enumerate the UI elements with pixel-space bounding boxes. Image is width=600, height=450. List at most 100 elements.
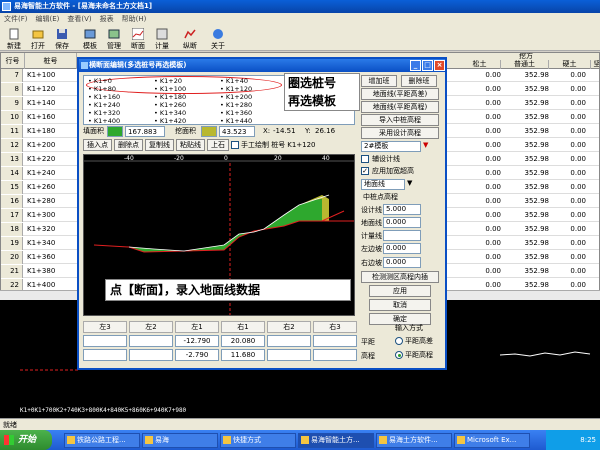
cut-normal-cell[interactable]: 352.98 (509, 223, 550, 236)
menu-file[interactable]: 文件(F) (4, 13, 28, 25)
cut-loose-cell[interactable]: 0.00 (471, 83, 501, 96)
cut-hard-cell[interactable]: 0.00 (556, 125, 586, 138)
ground-select[interactable]: 地面线 (361, 179, 405, 190)
stake-cell[interactable]: K1+340 (25, 237, 75, 250)
stake-item[interactable]: • K1+320 (88, 109, 120, 117)
manage-button[interactable]: 管理 (102, 25, 126, 51)
design-line-checkbox[interactable] (361, 155, 369, 163)
stake-cell[interactable]: K1+240 (25, 167, 75, 180)
stake-item[interactable]: • K1+120 (220, 85, 252, 93)
cut-loose-cell[interactable]: 0.00 (471, 69, 501, 82)
cut-loose-cell[interactable]: 0.00 (471, 139, 501, 152)
cut-hard-cell[interactable]: 0.00 (556, 83, 586, 96)
design-value-input[interactable]: 5.000 (383, 204, 421, 215)
offset-cell[interactable] (313, 335, 357, 347)
stake-item[interactable]: • K1+20 (154, 77, 182, 85)
ground-line-offset-button[interactable]: 地面线(平距高差) (361, 88, 439, 100)
cut-hard-cell[interactable]: 0.00 (556, 97, 586, 110)
cut-loose-cell[interactable]: 0.00 (471, 153, 501, 166)
offset-cell[interactable] (267, 335, 311, 347)
stake-cell[interactable]: K1+220 (25, 153, 75, 166)
cut-loose-cell[interactable]: 0.00 (471, 181, 501, 194)
task-item-4[interactable]: 易海智能土方... (298, 433, 374, 448)
measure-value-input[interactable] (383, 230, 421, 241)
cut-loose-cell[interactable]: 0.00 (471, 251, 501, 264)
apply-widen-checkbox[interactable]: ✓ (361, 167, 369, 175)
stake-item[interactable]: • K1+100 (154, 85, 186, 93)
cut-hard-cell[interactable]: 0.00 (556, 139, 586, 152)
cut-normal-cell[interactable]: 352.98 (509, 139, 550, 152)
cut-normal-cell[interactable]: 352.98 (509, 181, 550, 194)
maximize-button[interactable]: □ (422, 60, 433, 71)
elev-cell[interactable] (313, 349, 357, 361)
ground-line-elevation-button[interactable]: 地面线(平距高程) (361, 101, 439, 113)
stake-cell[interactable]: K1+140 (25, 97, 75, 110)
cut-hard-cell[interactable]: 0.00 (556, 69, 586, 82)
cut-hard-cell[interactable]: 0.00 (556, 167, 586, 180)
stake-cell[interactable]: K1+280 (25, 195, 75, 208)
about-button[interactable]: 关于 (206, 25, 230, 51)
measure-button[interactable]: 计量 (150, 25, 174, 51)
elev-cell[interactable]: -2.790 (175, 349, 219, 361)
mode-offset-diff-radio[interactable] (395, 337, 403, 345)
stake-item[interactable]: • K1+40 (220, 77, 248, 85)
cancel-button[interactable]: 取消 (369, 299, 431, 311)
use-design-elev-button[interactable]: 采用设计高程 (361, 127, 439, 139)
chevron-down-icon[interactable]: ▼ (407, 179, 412, 187)
cut-normal-cell[interactable]: 352.98 (509, 111, 550, 124)
stake-item[interactable]: • K1+240 (88, 101, 120, 109)
copy-line-button[interactable]: 复制线 (145, 139, 174, 151)
cut-hard-cell[interactable]: 0.00 (556, 181, 586, 194)
import-center-elev-button[interactable]: 导入中桩高程 (361, 114, 439, 126)
stake-cell[interactable]: K1+160 (25, 111, 75, 124)
minimize-button[interactable]: _ (410, 60, 421, 71)
stake-item[interactable]: • K1+280 (220, 101, 252, 109)
cross-section-button[interactable]: 断面 (126, 25, 150, 51)
cut-loose-cell[interactable]: 0.00 (471, 237, 501, 250)
elev-cell[interactable] (267, 349, 311, 361)
task-item-2[interactable]: 易海 (142, 433, 218, 448)
cut-normal-cell[interactable]: 352.98 (509, 237, 550, 250)
stake-item[interactable]: • K1+340 (154, 109, 186, 117)
stake-cell[interactable]: K1+300 (25, 209, 75, 222)
cut-normal-cell[interactable]: 352.98 (509, 97, 550, 110)
cut-normal-cell[interactable]: 352.98 (509, 167, 550, 180)
new-button[interactable]: 新建 (2, 25, 26, 51)
save-button[interactable]: 保存 (50, 25, 74, 51)
cut-normal-cell[interactable]: 352.98 (509, 83, 550, 96)
offset-cell[interactable]: -12.790 (175, 335, 219, 347)
cut-hard-cell[interactable]: 0.00 (556, 209, 586, 222)
offset-cell[interactable]: 20.080 (221, 335, 265, 347)
delete-shift-button[interactable]: 删除班 (401, 75, 437, 87)
template-select[interactable]: 2#模板 (361, 141, 421, 152)
ground-value-input[interactable]: 0.000 (383, 217, 421, 228)
delete-point-button[interactable]: 删除点 (114, 139, 143, 151)
cut-normal-cell[interactable]: 352.98 (509, 209, 550, 222)
stake-item[interactable]: • K1+80 (88, 85, 116, 93)
elev-cell[interactable] (129, 349, 173, 361)
task-item-5[interactable]: 易海土方软件... (376, 433, 452, 448)
stake-cell[interactable]: K1+180 (25, 125, 75, 138)
cut-hard-cell[interactable]: 0.00 (556, 223, 586, 236)
insert-point-button[interactable]: 插入点 (83, 139, 112, 151)
right-slope-input[interactable]: 0.000 (383, 257, 421, 268)
stake-item[interactable]: • K1+200 (220, 93, 252, 101)
interpolate-button[interactable]: 检测测区高程内插 (361, 271, 439, 283)
rock-button[interactable]: 上石 (207, 139, 229, 151)
open-button[interactable]: 打开 (26, 25, 50, 51)
left-slope-input[interactable]: 0.000 (383, 243, 421, 254)
menu-report[interactable]: 报表 (100, 13, 114, 25)
stake-item[interactable]: • K1+180 (154, 93, 186, 101)
stake-cell[interactable]: K1+360 (25, 251, 75, 264)
cut-normal-cell[interactable]: 352.98 (509, 251, 550, 264)
cut-loose-cell[interactable]: 0.00 (471, 125, 501, 138)
task-item-6[interactable]: Microsoft Ex... (454, 433, 530, 448)
profile-button[interactable]: 纵断 (178, 25, 202, 51)
cut-loose-cell[interactable]: 0.00 (471, 167, 501, 180)
stake-cell[interactable]: K1+260 (25, 181, 75, 194)
cut-hard-cell[interactable]: 0.00 (556, 153, 586, 166)
stake-item[interactable]: • K1+260 (154, 101, 186, 109)
cut-loose-cell[interactable]: 0.00 (471, 223, 501, 236)
stake-item[interactable]: • K1+360 (220, 109, 252, 117)
cut-loose-cell[interactable]: 0.00 (471, 209, 501, 222)
